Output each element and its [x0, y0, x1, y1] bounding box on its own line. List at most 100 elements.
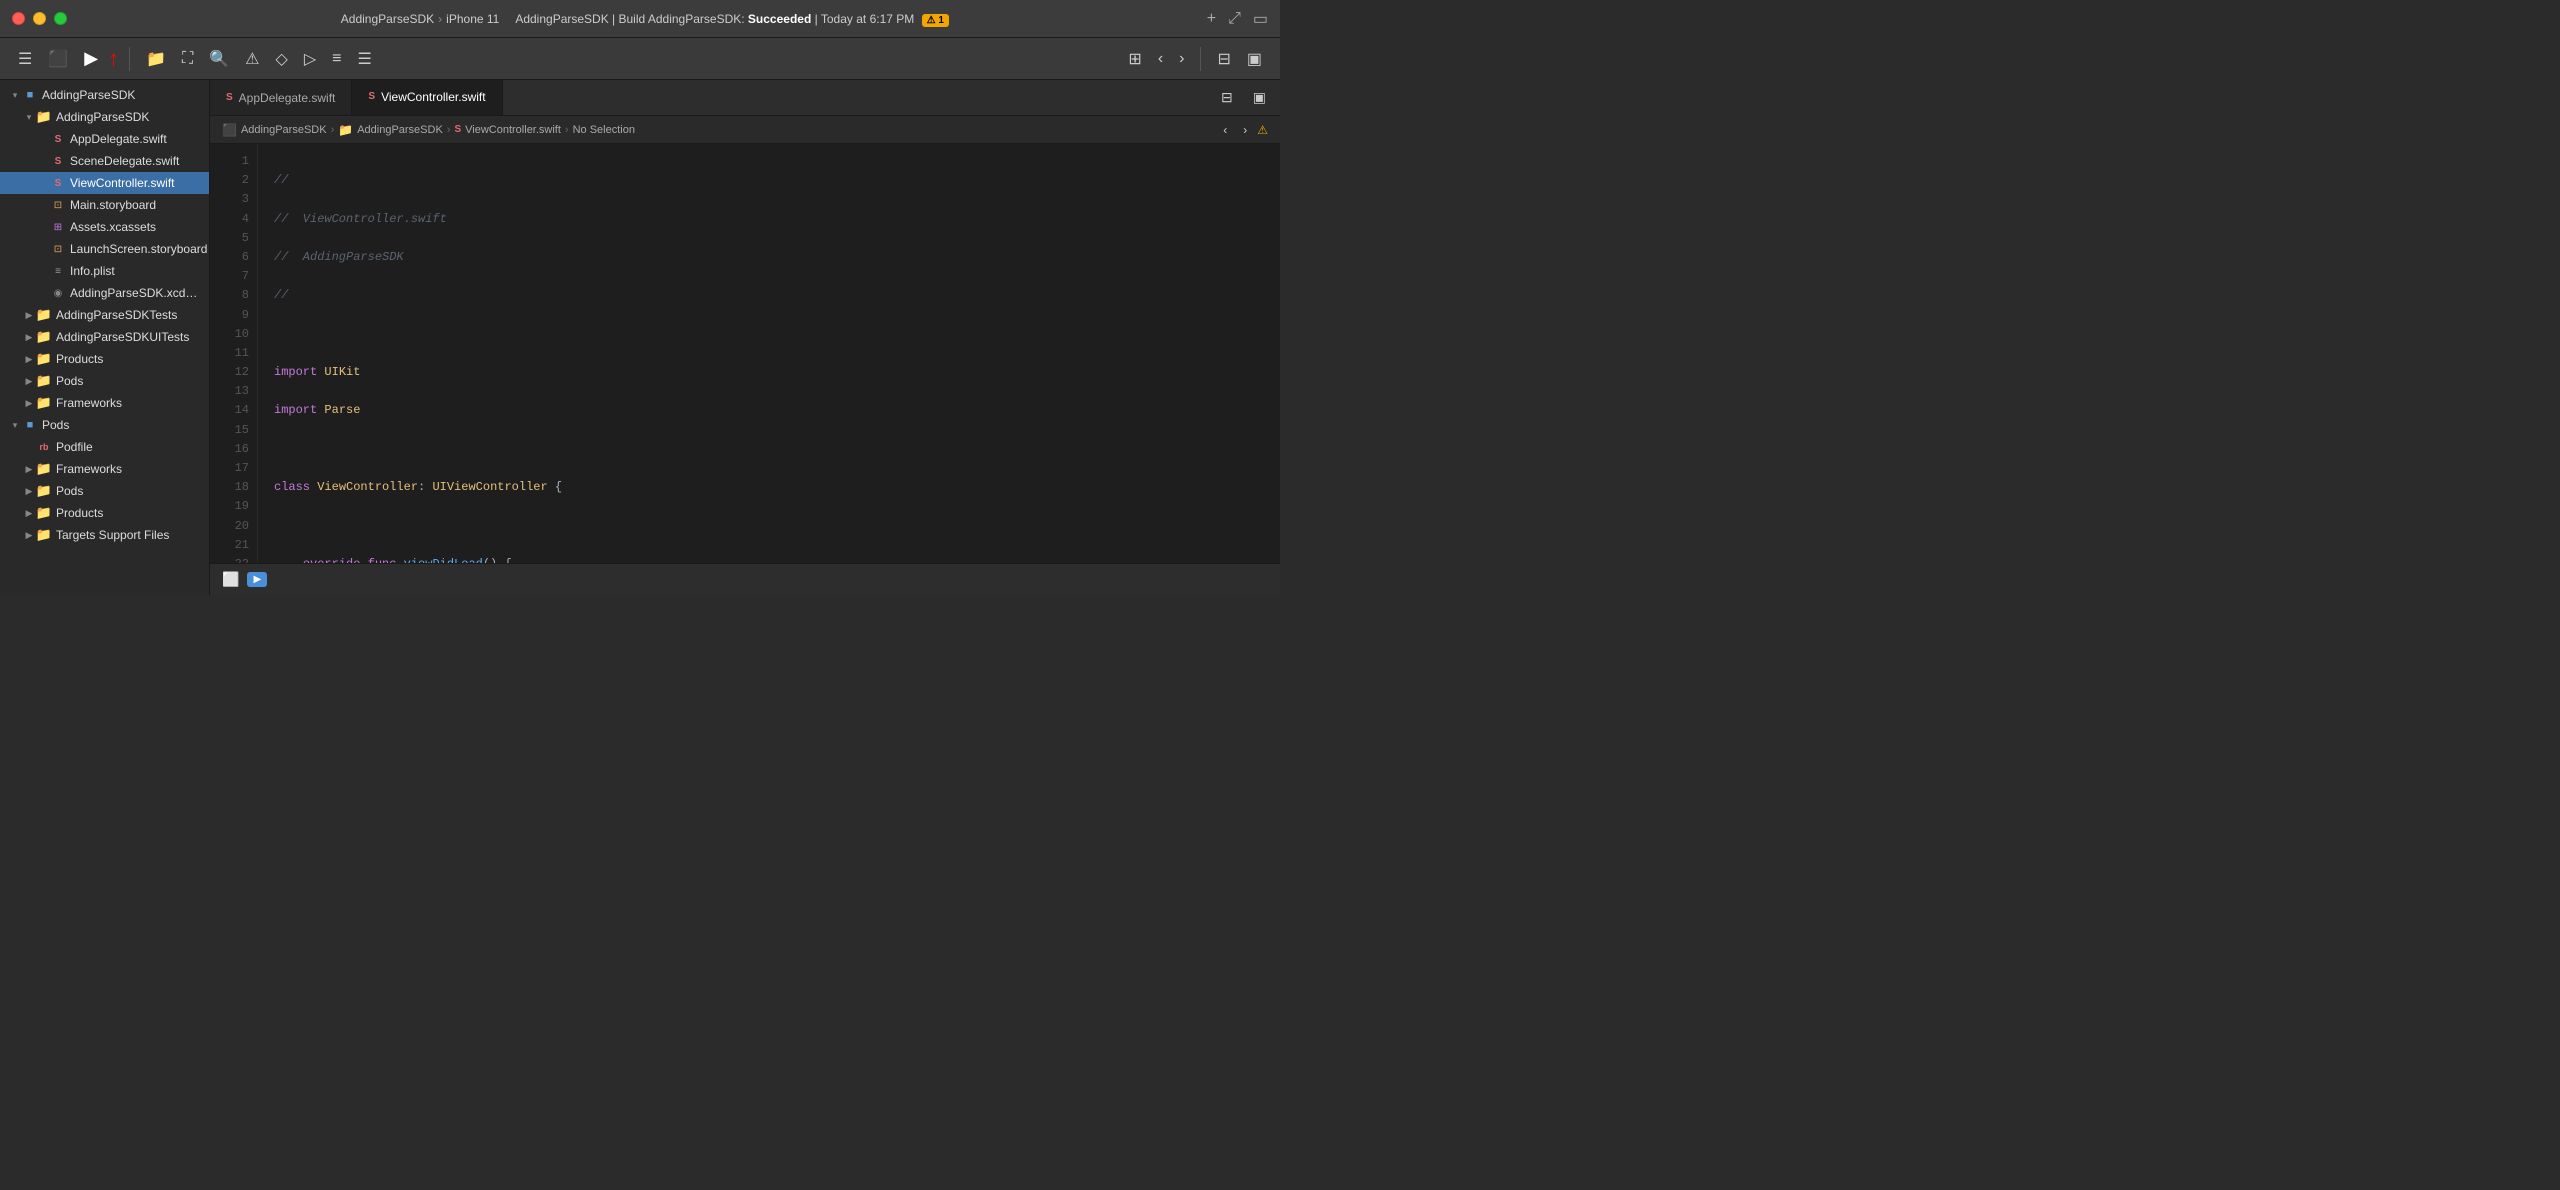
sidebar-item-label: Pods	[42, 418, 69, 432]
play-button[interactable]: ▶	[78, 44, 104, 73]
sidebar-item-products2[interactable]: ▶ 📁 Products	[0, 502, 209, 524]
sidebar-item-label: AddingParseSDK	[56, 110, 149, 124]
sidebar-item-infoplist[interactable]: ≡ Info.plist	[0, 260, 209, 282]
sidebar-item-label: LaunchScreen.storyboard	[70, 242, 207, 256]
sidebar-item-products1[interactable]: ▶ 📁 Products	[0, 348, 209, 370]
swift-icon: S	[50, 175, 66, 191]
add-button[interactable]: +	[1207, 10, 1216, 28]
sidebar-item-label: AppDelegate.swift	[70, 132, 167, 146]
add-editor-button[interactable]: ▣	[1247, 85, 1272, 110]
bottom-bar: ⬜ ▶	[210, 563, 1280, 595]
main-content: ▾ ■ AddingParseSDK ▾ 📁 AddingParseSDK S …	[0, 80, 1280, 595]
console-toggle-icon[interactable]: ⬜	[222, 571, 239, 588]
assets-icon: ⊞	[50, 219, 66, 235]
sidebar-item-targets[interactable]: ▶ 📁 Targets Support Files	[0, 524, 209, 546]
tab-label: ViewController.swift	[381, 90, 485, 104]
folder-icon: 📁	[36, 505, 52, 521]
minimize-button[interactable]	[33, 12, 46, 25]
nav-next-button[interactable]: ›	[1237, 119, 1253, 141]
debug-button[interactable]: ▷	[298, 45, 322, 73]
sidebar-item-pods1[interactable]: ▶ 📁 Pods	[0, 370, 209, 392]
project-name: AddingParseSDK	[341, 12, 434, 26]
source-button[interactable]: ≡	[326, 46, 347, 72]
sidebar-item-launchscreen[interactable]: ⊡ LaunchScreen.storyboard	[0, 238, 209, 260]
inspector-toggle-button[interactable]: ⊟	[1215, 85, 1239, 110]
title-bar-right: + ⤢ ▭	[1207, 9, 1268, 29]
code-content[interactable]: // // ViewController.swift // AddingPars…	[258, 144, 1280, 563]
report-button[interactable]: ☰	[351, 45, 377, 73]
folder-icon: 📁	[36, 483, 52, 499]
close-button[interactable]	[12, 12, 25, 25]
sidebar-item-pods-root[interactable]: ▾ ■ Pods	[0, 414, 209, 436]
expand-arrow: ▶	[22, 332, 36, 343]
sidebar-item-label: Podfile	[56, 440, 93, 454]
sidebar-item-frameworks1[interactable]: ▶ 📁 Frameworks	[0, 392, 209, 414]
find-button[interactable]: 🔍	[203, 45, 235, 73]
toolbar-divider-2	[1200, 47, 1201, 71]
sidebar-toggle-button[interactable]: ☰	[12, 45, 38, 73]
xcdata-icon: ◉	[50, 285, 66, 301]
test-button[interactable]: ◇	[270, 45, 294, 73]
breakpoint-button[interactable]: ⛶	[176, 46, 199, 72]
code-line-2: // ViewController.swift	[274, 210, 1280, 229]
sidebar-item-pods2[interactable]: ▶ 📁 Pods	[0, 480, 209, 502]
code-line-3: // AddingParseSDK	[274, 248, 1280, 267]
code-editor[interactable]: 1 2 3 4 5 6 7 8 9 10 11 12 13 14 15 16 1…	[210, 144, 1280, 563]
tab-appdelegate[interactable]: S AppDelegate.swift	[210, 80, 352, 115]
code-line-7: import Parse	[274, 401, 1280, 420]
stop-button[interactable]: ⬛	[42, 45, 74, 73]
navigator-button[interactable]: 📁	[140, 45, 172, 73]
traffic-lights	[12, 12, 67, 25]
sidebar-item-scenedelegate[interactable]: S SceneDelegate.swift	[0, 150, 209, 172]
sidebar-item-label: AddingParseSDKUITests	[56, 330, 189, 344]
nav-back-button[interactable]: ‹	[1152, 46, 1169, 72]
sidebar-item-frameworks2[interactable]: ▶ 📁 Frameworks	[0, 458, 209, 480]
sidebar-item-tests[interactable]: ▶ 📁 AddingParseSDKTests	[0, 304, 209, 326]
storyboard-icon: ⊡	[50, 241, 66, 257]
breadcrumb-selection: No Selection	[573, 124, 635, 136]
inspector-split-button[interactable]: ⊟	[1211, 45, 1236, 73]
sidebar-item-label: Pods	[56, 374, 83, 388]
sidebar-item-viewcontroller[interactable]: S ViewController.swift	[0, 172, 209, 194]
sidebar-item-label: AddingParseSDK	[42, 88, 135, 102]
expand-arrow: ▶	[22, 376, 36, 387]
breadcrumb-group: AddingParseSDK	[357, 124, 443, 136]
sidebar-item-mainstoryboard[interactable]: ⊡ Main.storyboard	[0, 194, 209, 216]
toolbar: ☰ ⬛ ▶ ↑ 📁 ⛶ 🔍 ⚠ ◇ ▷ ≡ ☰ ⊞ ‹ › ⊟ ▣	[0, 38, 1280, 80]
line-numbers: 1 2 3 4 5 6 7 8 9 10 11 12 13 14 15 16 1…	[210, 144, 258, 563]
warning-badge[interactable]: ⚠ 1	[922, 14, 949, 27]
sidebar-item-assets[interactable]: ⊞ Assets.xcassets	[0, 216, 209, 238]
panel-button[interactable]: ▭	[1253, 9, 1268, 29]
project-breadcrumb: AddingParseSDK › iPhone 11	[341, 12, 500, 26]
breadcrumb-project: AddingParseSDK	[241, 124, 327, 136]
sidebar-item-root[interactable]: ▾ ■ AddingParseSDK	[0, 84, 209, 106]
sidebar-item-xcdata[interactable]: ◉ AddingParseSDK.xcdatamo...	[0, 282, 209, 304]
sidebar-item-label: Targets Support Files	[56, 528, 169, 542]
maximize-button[interactable]	[54, 12, 67, 25]
sidebar-item-appdelegate[interactable]: S AppDelegate.swift	[0, 128, 209, 150]
expand-button[interactable]: ⤢	[1228, 10, 1241, 28]
expand-arrow: ▶	[22, 486, 36, 497]
sidebar-item-label: AddingParseSDK.xcdatamo...	[70, 286, 201, 300]
sidebar-item-label: Products	[56, 352, 103, 366]
expand-arrow: ▶	[22, 398, 36, 409]
sidebar-item-uitests[interactable]: ▶ 📁 AddingParseSDKUITests	[0, 326, 209, 348]
podfile-icon: rb	[36, 439, 52, 455]
swift-icon: S	[50, 153, 66, 169]
sidebar-item-group1[interactable]: ▾ 📁 AddingParseSDK	[0, 106, 209, 128]
hide-panel-button[interactable]: ▣	[1241, 45, 1268, 73]
folder-icon: 📁	[36, 329, 52, 345]
expand-arrow: ▾	[8, 90, 22, 101]
nav-forward-button[interactable]: ›	[1173, 46, 1190, 72]
issue-button[interactable]: ⚠	[239, 45, 265, 73]
code-line-6: import UIKit	[274, 363, 1280, 382]
tab-viewcontroller[interactable]: S ViewController.swift	[352, 80, 502, 115]
code-line-10	[274, 517, 1280, 536]
folder-icon: 📁	[36, 395, 52, 411]
nav-prev-button[interactable]: ‹	[1217, 119, 1233, 141]
storyboard-icon: ⊡	[50, 197, 66, 213]
code-line-8	[274, 440, 1280, 459]
title-bar-center: AddingParseSDK › iPhone 11 AddingParseSD…	[83, 12, 1207, 26]
grid-view-button[interactable]: ⊞	[1122, 45, 1147, 73]
sidebar-item-podfile[interactable]: rb Podfile	[0, 436, 209, 458]
